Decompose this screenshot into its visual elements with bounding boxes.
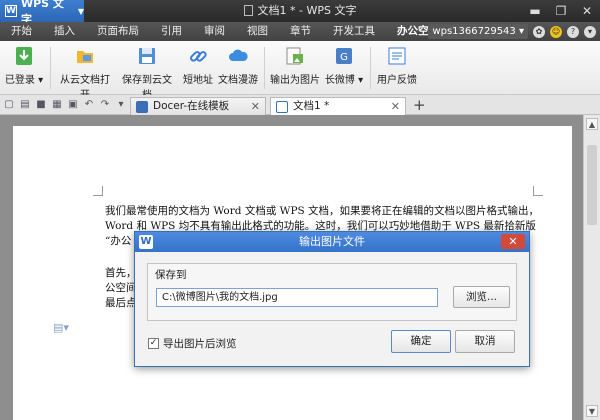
browse-after-export-label: 导出图片后浏览 — [163, 338, 237, 350]
close-icon[interactable]: ✕ — [391, 98, 400, 115]
tab-bar: ▢ ▤ ■ ▦ ▣ ↶ ↷ ▾ Docer-在线模板 ✕ 文档1 * ✕ + — [0, 95, 600, 115]
tab-docer-label: Docer-在线模板 — [153, 100, 230, 112]
doc-roam-label: 文档漫游 — [218, 75, 258, 86]
export-image-dialog: W 输出图片文件 ✕ 保存到 C:\微博图片\我的文档.jpg 浏览... ✓ … — [134, 231, 530, 367]
logged-in-button[interactable]: 已登录 ▾ — [4, 45, 44, 91]
tab-docer-templates[interactable]: Docer-在线模板 ✕ — [130, 97, 266, 115]
open-from-cloud-button[interactable]: 从云文档打开 — [56, 45, 114, 101]
scroll-up-icon[interactable]: ▲ — [586, 118, 598, 130]
save-to-label: 保存到 — [155, 269, 187, 281]
export-image-button[interactable]: 输出为图片 — [270, 45, 320, 91]
wps-logo-icon: W — [5, 5, 17, 17]
cloud-folder-icon — [77, 51, 93, 63]
open-folder-icon[interactable]: ▤ — [18, 98, 32, 112]
svg-text:G: G — [340, 52, 348, 63]
download-icon — [16, 47, 32, 65]
doc-roam-button[interactable]: 文档漫游 — [218, 45, 258, 91]
ribbon-separator — [50, 47, 51, 89]
weibo-icon: G — [336, 48, 352, 64]
ok-button[interactable]: 确定 — [391, 330, 451, 353]
chevron-down-icon: ▾ — [38, 75, 44, 86]
long-weibo-button[interactable]: G 长微博 ▾ — [323, 45, 365, 91]
save-path-input[interactable]: C:\微博图片\我的文档.jpg — [156, 288, 438, 307]
long-weibo-label: 长微博 — [324, 75, 355, 86]
menu-page-layout[interactable]: 页面布局 — [86, 22, 150, 41]
menu-bar: 开始 插入 页面布局 引用 审阅 视图 章节 开发工具 办公空间 wps1366… — [0, 22, 600, 41]
print-icon[interactable]: ▦ — [50, 98, 64, 112]
browse-button[interactable]: 浏览... — [453, 286, 510, 308]
export-image-icon — [286, 47, 303, 65]
dialog-close-button[interactable]: ✕ — [501, 234, 525, 249]
dialog-title: 输出图片文件 — [299, 235, 365, 248]
scroll-thumb[interactable] — [587, 145, 597, 225]
redo-icon[interactable]: ↷ — [98, 98, 112, 112]
add-tab-icon[interactable]: + — [413, 96, 426, 114]
margin-corner-top-right — [533, 186, 543, 196]
print-preview-icon[interactable]: ▣ — [66, 98, 80, 112]
feedback-label: 用户反馈 — [377, 75, 417, 86]
menu-home[interactable]: 开始 — [0, 22, 43, 41]
scroll-down-icon[interactable]: ▼ — [586, 405, 598, 417]
window-title: 文档1 * - WPS 文字 — [0, 0, 600, 22]
logged-in-label: 已登录 — [4, 75, 35, 86]
dialog-title-bar: W 输出图片文件 ✕ — [135, 232, 529, 252]
minimize-icon[interactable]: ▬ — [522, 0, 548, 22]
ribbon: 已登录 ▾ 从云文档打开 保存到云文档 短地址 文档漫游 输出为图片 G 长微博… — [0, 41, 600, 101]
margin-corner-top-left — [93, 186, 103, 196]
feedback-button[interactable]: 用户反馈 — [374, 45, 420, 91]
short-url-button[interactable]: 短地址 — [180, 45, 216, 91]
checkbox-checked[interactable]: ✓ — [148, 338, 159, 349]
menu-chapter[interactable]: 章节 — [279, 22, 322, 41]
wps-doc-icon — [276, 101, 288, 113]
document-icon — [243, 5, 253, 16]
tab-document1[interactable]: 文档1 * ✕ — [270, 97, 406, 115]
link-icon — [190, 51, 207, 62]
quick-access-toolbar: ▢ ▤ ■ ▦ ▣ ↶ ↷ ▾ — [2, 98, 128, 112]
help-icon[interactable]: ? — [567, 25, 579, 38]
menu-developer[interactable]: 开发工具 — [322, 22, 386, 41]
chevron-down-icon: ▾ — [358, 75, 364, 86]
browse-after-export-option[interactable]: ✓ 导出图片后浏览 — [148, 336, 237, 351]
menu-references[interactable]: 引用 — [150, 22, 193, 41]
save-to-cloud-button[interactable]: 保存到云文档 — [118, 45, 176, 101]
save-to-group: 保存到 C:\微博图片\我的文档.jpg 浏览... — [147, 263, 517, 321]
docer-icon — [136, 101, 148, 113]
short-url-label: 短地址 — [183, 75, 213, 86]
user-account[interactable]: wps1366729543 ▾ — [428, 24, 528, 39]
user-name: wps1366729543 — [432, 26, 516, 37]
wps-menu-button[interactable]: W WPS 文字 ▼ — [0, 0, 84, 26]
maximize-icon[interactable]: ❐ — [548, 0, 574, 22]
customize-dropdown-icon[interactable]: ▾ — [114, 98, 128, 112]
cloud-icon — [229, 49, 248, 61]
shirt-icon[interactable]: ▾ — [584, 25, 596, 38]
tab-document1-label: 文档1 * — [293, 100, 330, 112]
new-document-icon[interactable]: ▢ — [2, 98, 16, 112]
menu-insert[interactable]: 插入 — [43, 22, 86, 41]
export-image-label: 输出为图片 — [270, 75, 320, 86]
close-icon[interactable]: ✕ — [251, 98, 260, 115]
undo-icon[interactable]: ↶ — [82, 98, 96, 112]
menu-right-area: wps1366729543 ▾ ✿ ☺ ? ▾ — [428, 22, 596, 41]
cloud-save-icon — [139, 48, 155, 64]
title-bar: W WPS 文字 ▼ 文档1 * - WPS 文字 ▬ ❐ ✕ — [0, 0, 600, 26]
menu-review[interactable]: 审阅 — [193, 22, 236, 41]
ribbon-separator — [370, 47, 371, 89]
cancel-button[interactable]: 取消 — [455, 330, 515, 353]
window-title-text: 文档1 * - WPS 文字 — [257, 4, 357, 17]
skin-icon[interactable]: ☺ — [550, 25, 562, 38]
chevron-down-icon: ▼ — [77, 6, 84, 16]
paragraph-layout-icon[interactable]: ▤▾ — [53, 321, 69, 334]
feedback-icon — [388, 47, 406, 65]
close-icon[interactable]: ✕ — [574, 0, 600, 22]
menu-view[interactable]: 视图 — [236, 22, 279, 41]
ribbon-separator — [264, 47, 265, 89]
save-icon[interactable]: ■ — [34, 98, 48, 112]
settings-icon[interactable]: ✿ — [533, 25, 545, 38]
paragraph-line: 我们最常使用的文档为 Word 文档或 WPS 文档，如果要将正在编辑的文档以图… — [105, 205, 540, 217]
window-controls: ▬ ❐ ✕ — [522, 0, 600, 22]
vertical-scrollbar[interactable]: ▲ ▼ — [583, 115, 600, 420]
user-dropdown-arrow: ▾ — [518, 26, 524, 37]
